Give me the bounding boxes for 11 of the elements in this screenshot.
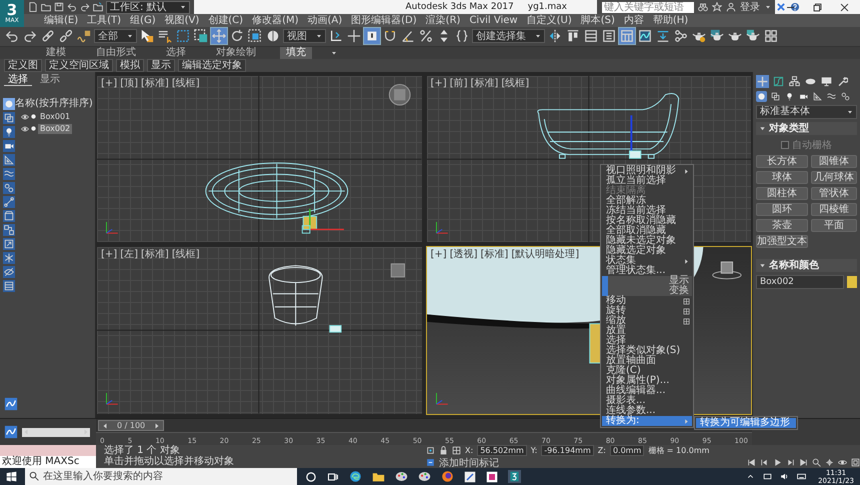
coordinate-label: X:: [465, 446, 474, 455]
coordinate-label: Z:: [598, 446, 606, 455]
checkbox-label: 自动栅格: [792, 138, 832, 152]
menu-section-header: 显示: [602, 276, 692, 286]
file-name: yg1.max: [528, 2, 567, 12]
window-title: Autodesk 3ds Max 2017: [405, 2, 514, 12]
status-text: 选择了 1 个 对象: [104, 445, 181, 456]
grid-size-text: 栅格 = 10.0mm: [648, 445, 710, 456]
coordinate-label: Y:: [530, 446, 538, 455]
menu-section-header: 变换: [602, 286, 692, 296]
prompt-text: 单击并拖动以选择并移动对象: [104, 456, 235, 467]
